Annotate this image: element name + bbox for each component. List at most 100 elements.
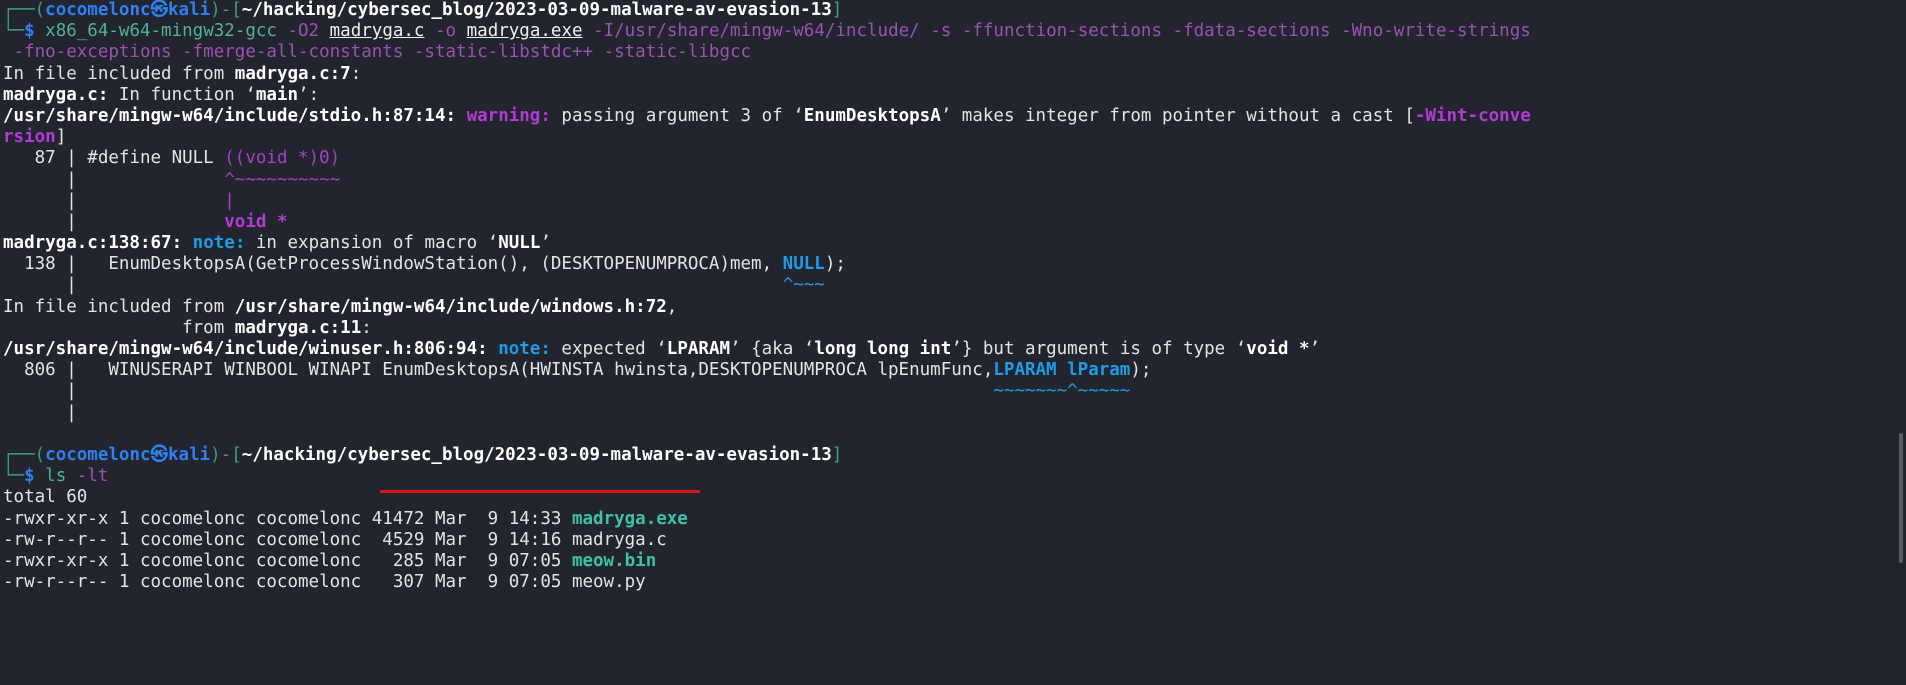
terminal-text-text — [488, 339, 499, 359]
terminal-text-magenta: ^~~~~~~~~~~ — [224, 169, 341, 190]
terminal-text-arg: madryga.c — [329, 21, 425, 42]
terminal-text-bold: NULL — [498, 233, 541, 254]
terminal-text-text: In file included from — [3, 296, 235, 317]
terminal-text-arg: madryga.exe — [466, 21, 583, 42]
terminal-line: 138 | EnumDesktopsA(GetProcessWindowStat… — [3, 254, 1531, 275]
terminal-text-bold: LPARAM — [666, 339, 731, 359]
terminal-text-text: ’ {aka ‘ — [730, 339, 815, 359]
terminal-text-bold: madryga.c:11 — [234, 317, 362, 338]
terminal-text-frame: ┌──( — [3, 0, 46, 20]
terminal-text-opt: -lt — [66, 466, 109, 487]
terminal-line: | — [3, 403, 1531, 424]
terminal-text-text: 806 | WINUSERAPI WINBOOL WINAPI EnumDesk… — [3, 360, 994, 381]
terminal-line: from madryga.c:11: — [3, 318, 1531, 339]
terminal-line: 87 | #define NULL ((void *)0) — [3, 148, 1531, 169]
terminal-text-note: LPARAM lParam — [993, 360, 1131, 381]
terminal-text-frame: ┌──( — [3, 444, 46, 465]
terminal-text-text: | — [3, 211, 225, 232]
terminal-text-frame: └─ — [3, 21, 25, 42]
terminal-text-text: passing argument 3 of ‘ — [550, 105, 804, 126]
terminal-line: /usr/share/mingw-w64/include/winuser.h:8… — [3, 339, 1531, 360]
terminal-text-text: from — [3, 317, 235, 338]
terminal-text-text: 87 | #define NULL — [3, 148, 225, 169]
terminal-line: -rwxr-xr-x 1 cocomelonc cocomelonc 285 M… — [3, 551, 1531, 572]
terminal-text-bold: madryga.c: — [3, 84, 109, 105]
terminal-text-magenta: | — [224, 190, 235, 211]
terminal-text-warn: -Wint-conve — [1414, 105, 1531, 126]
terminal-text-text: ’ — [540, 233, 551, 254]
terminal-text-frame: ] — [831, 0, 843, 20]
terminal-text-text: In file included from — [3, 63, 235, 84]
terminal-text-notec: ~~~~~~~^~~~~~ — [993, 381, 1131, 402]
terminal-text-frame: )-[ — [210, 444, 242, 465]
terminal-text-cmd: x86_64-w64-mingw32-gcc — [34, 21, 277, 42]
terminal-text-bold: long long int — [814, 339, 952, 359]
terminal-text-text: | — [3, 190, 225, 211]
terminal-text-text: | — [3, 381, 994, 402]
terminal-line: | ~~~~~~~^~~~~~ — [3, 381, 1531, 402]
terminal-text-bold: /usr/share/mingw-w64/include/stdio.h:87:… — [3, 105, 457, 126]
terminal-text-warn: warning: — [466, 105, 551, 126]
terminal-line: In file included from madryga.c:7: — [3, 64, 1531, 85]
terminal-line: | ^~~~~~~~~~~ — [3, 170, 1531, 191]
terminal-text-text: , — [666, 296, 678, 317]
terminal-line: -fno-exceptions -fmerge-all-constants -s… — [3, 42, 1531, 63]
terminal-text-text: | — [3, 275, 783, 296]
terminal-line: -rwxr-xr-x 1 cocomelonc cocomelonc 41472… — [3, 509, 1531, 530]
terminal-output[interactable]: ┌──(cocomelonc㉿kali)-[~/hacking/cybersec… — [3, 0, 1531, 593]
terminal-line: madryga.c: In function ‘main’: — [3, 85, 1531, 106]
terminal-text-text: ); — [1130, 360, 1152, 381]
terminal-text-text: -rwxr-xr-x 1 cocomelonc cocomelonc 285 M… — [3, 550, 572, 571]
red-annotation-underline — [380, 490, 700, 493]
terminal-text-bold: EnumDesktopsA — [803, 105, 941, 126]
terminal-text-text: : — [350, 63, 362, 84]
terminal-text-bold: void * — [1246, 339, 1310, 359]
terminal-text-text: In function ‘ — [108, 84, 256, 105]
terminal-text-text: expected ‘ — [550, 339, 667, 359]
terminal-text-path: ~/hacking/cybersec_blog/2023-03-09-malwa… — [241, 0, 832, 20]
terminal-text-text: ); — [824, 254, 846, 275]
terminal-text-dollar: $ — [24, 21, 35, 42]
terminal-text-text: ’ — [1309, 339, 1321, 359]
terminal-line: In file included from /usr/share/mingw-w… — [3, 297, 1531, 318]
terminal-text-frame: )-[ — [210, 0, 242, 20]
terminal-text-frame: ] — [831, 444, 843, 465]
terminal-line: | | — [3, 191, 1531, 212]
terminal-text-text: ’: — [298, 84, 320, 105]
terminal-text-opt: -O2 — [276, 21, 330, 42]
terminal-text-text: -rw-r--r-- 1 cocomelonc cocomelonc 4529 … — [3, 529, 667, 550]
terminal-text-dollar: $ — [24, 466, 35, 487]
terminal-text-text: in expansion of macro ‘ — [245, 233, 499, 254]
terminal-text-opt: -o — [424, 21, 467, 42]
terminal-text-text: | — [3, 402, 77, 423]
terminal-line: -rw-r--r-- 1 cocomelonc cocomelonc 307 M… — [3, 572, 1531, 593]
terminal-text-warn: rsion — [3, 127, 56, 148]
terminal-text-opt: -fno-exceptions -fmerge-all-constants -s… — [3, 42, 752, 63]
terminal-text-bold: /usr/share/mingw-w64/include/winuser.h:8… — [3, 339, 488, 359]
terminal-text-bold: madryga.c:138:67: — [3, 233, 183, 254]
terminal-line: total 60 — [3, 487, 1531, 508]
terminal-text-warn: void * — [224, 211, 288, 232]
terminal-text-note: note: — [192, 233, 246, 254]
terminal-text-text — [182, 233, 193, 253]
terminal-scrollbar[interactable] — [1899, 433, 1903, 563]
terminal-text-text: -rw-r--r-- 1 cocomelonc cocomelonc 307 M… — [3, 572, 646, 593]
terminal-line: -rw-r--r-- 1 cocomelonc cocomelonc 4529 … — [3, 530, 1531, 551]
terminal-text-text: -rwxr-xr-x 1 cocomelonc cocomelonc 41472… — [3, 508, 572, 529]
terminal-line: └─$ x86_64-w64-mingw32-gcc -O2 madryga.c… — [3, 21, 1531, 42]
terminal-text-text: total 60 — [3, 487, 88, 508]
terminal-text-note: note: — [498, 339, 551, 359]
terminal-text-magenta: ((void *)0) — [224, 148, 341, 169]
terminal-text-text — [456, 106, 467, 126]
terminal-text-text: : — [361, 317, 372, 338]
terminal-text-opt: -I/usr/share/mingw-w64/include/ -s -ffun… — [582, 21, 1531, 42]
terminal-text-exe: madryga.exe — [571, 508, 688, 529]
terminal-text-user: cocomelonc㉿kali — [45, 0, 211, 20]
terminal-line: 806 | WINUSERAPI WINBOOL WINAPI EnumDesk… — [3, 360, 1531, 381]
terminal-line: rsion] — [3, 127, 1531, 148]
terminal-text-text: | — [3, 169, 225, 190]
terminal-text-bold: /usr/share/mingw-w64/include/windows.h:7… — [234, 296, 667, 317]
terminal-text-exe: meow.bin — [571, 550, 657, 571]
terminal-line: | ^~~~ — [3, 275, 1531, 296]
terminal-text-bold: madryga.c:7 — [234, 63, 351, 84]
